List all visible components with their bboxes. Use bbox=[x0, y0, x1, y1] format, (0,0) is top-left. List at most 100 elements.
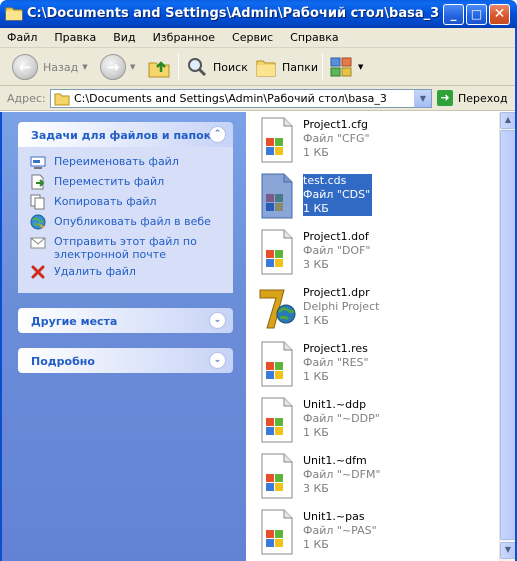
menu-edit[interactable]: Правка bbox=[54, 31, 96, 44]
other-places-header[interactable]: Другие места ⌄ bbox=[18, 308, 233, 333]
file-item-selected[interactable]: test.cds Файл "CDS" 1 КБ bbox=[256, 172, 496, 224]
folders-label: Папки bbox=[282, 60, 318, 74]
file-type: Файл "~DFM" bbox=[303, 468, 381, 481]
address-bar: Адрес: C:\Documents and Settings\Admin\Р… bbox=[0, 86, 517, 111]
file-item[interactable]: Unit1.~dfm Файл "~DFM" 3 КБ bbox=[256, 452, 496, 504]
file-tasks-body: Переименовать файл Переместить файл Копи… bbox=[18, 147, 233, 293]
back-arrow-icon: ← bbox=[12, 54, 38, 80]
delphi-project-icon bbox=[259, 289, 296, 329]
task-label: Копировать файл bbox=[54, 195, 157, 208]
other-places-title: Другие места bbox=[31, 315, 118, 328]
task-label: Удалить файл bbox=[54, 265, 136, 278]
search-label: Поиск bbox=[213, 60, 248, 74]
file-item[interactable]: Project1.dof Файл "DOF" 3 КБ bbox=[256, 228, 496, 280]
file-size: 1 КБ bbox=[303, 538, 329, 551]
file-item[interactable]: Unit1.~pas Файл "~PAS" 1 КБ bbox=[256, 508, 496, 560]
windows-file-icon bbox=[261, 397, 293, 443]
details-panel: Подробно ⌄ bbox=[18, 348, 233, 373]
windows-file-icon bbox=[261, 117, 293, 163]
details-title: Подробно bbox=[31, 355, 95, 368]
file-size: 3 КБ bbox=[303, 482, 329, 495]
file-size: 3 КБ bbox=[303, 258, 329, 271]
scroll-up-icon[interactable]: ▲ bbox=[500, 112, 516, 129]
file-item[interactable]: Project1.cfg Файл "CFG" 1 КБ bbox=[256, 116, 496, 168]
go-label: Переход bbox=[458, 91, 508, 105]
file-name: Project1.cfg bbox=[303, 118, 369, 131]
scroll-down-icon[interactable]: ▼ bbox=[500, 542, 516, 559]
search-icon bbox=[188, 58, 207, 77]
file-type: Файл "RES" bbox=[303, 356, 369, 369]
task-label: Переименовать файл bbox=[54, 155, 179, 168]
windows-file-icon bbox=[261, 341, 293, 387]
file-item[interactable]: Unit1.~ddp Файл "~DDP" 1 КБ bbox=[256, 396, 496, 448]
toolbar-separator bbox=[322, 54, 323, 80]
file-name: Project1.dof bbox=[303, 230, 369, 243]
delete-icon bbox=[31, 265, 45, 279]
menu-view[interactable]: Вид bbox=[113, 31, 135, 44]
task-label: Переместить файл bbox=[54, 175, 165, 188]
expand-chevron-icon[interactable]: ⌄ bbox=[209, 352, 226, 369]
collapse-chevron-icon[interactable]: ⌃ bbox=[209, 126, 226, 143]
back-label: Назад bbox=[43, 60, 79, 74]
file-size: 1 КБ bbox=[303, 314, 329, 327]
views-dropdown-icon[interactable]: ▼ bbox=[358, 63, 363, 71]
menu-tools[interactable]: Сервис bbox=[232, 31, 273, 44]
title-bar[interactable]: C:\Documents and Settings\Admin\Рабочий … bbox=[0, 0, 517, 28]
task-move-file[interactable]: Переместить файл bbox=[18, 173, 233, 193]
file-list: Project1.cfg Файл "CFG" 1 КБ test.cds Фа… bbox=[246, 112, 499, 561]
file-type: Файл "DOF" bbox=[303, 244, 371, 257]
back-dropdown-icon[interactable]: ▼ bbox=[82, 63, 87, 71]
file-type: Файл "CFG" bbox=[303, 132, 370, 145]
toolbar-separator bbox=[178, 54, 179, 80]
menu-file[interactable]: Файл bbox=[7, 31, 37, 44]
menu-help[interactable]: Справка bbox=[290, 31, 338, 44]
up-folder-button[interactable] bbox=[147, 48, 171, 86]
task-email-file[interactable]: Отправить этот файл по электронной почте bbox=[18, 233, 233, 263]
folders-button[interactable]: Папки bbox=[255, 48, 318, 86]
up-folder-icon bbox=[148, 61, 170, 78]
file-type: Файл "CDS" bbox=[303, 188, 373, 202]
vertical-scrollbar[interactable]: ▲ ▼ bbox=[499, 112, 516, 561]
task-label: Опубликовать файл в вебе bbox=[54, 215, 211, 228]
window-title: C:\Documents and Settings\Admin\Рабочий … bbox=[27, 6, 440, 21]
folder-icon bbox=[5, 7, 23, 21]
back-button[interactable]: ← Назад ▼ bbox=[12, 48, 88, 86]
expand-chevron-icon[interactable]: ⌄ bbox=[209, 312, 226, 329]
go-arrow-icon: ➜ bbox=[437, 90, 453, 106]
email-icon bbox=[30, 237, 46, 249]
file-tasks-header[interactable]: Задачи для файлов и папок ⌃ bbox=[18, 122, 233, 147]
forward-arrow-icon: → bbox=[100, 54, 126, 80]
file-tasks-panel: Задачи для файлов и папок ⌃ Переименоват… bbox=[18, 122, 233, 293]
views-button[interactable]: ▼ bbox=[330, 48, 363, 86]
menu-bar: Файл Правка Вид Избранное Сервис Справка bbox=[0, 28, 517, 48]
file-item[interactable]: Project1.res Файл "RES" 1 КБ bbox=[256, 340, 496, 392]
file-type: Файл "~DDP" bbox=[303, 412, 380, 425]
menu-favorites[interactable]: Избранное bbox=[153, 31, 215, 44]
go-button[interactable]: ➜ Переход bbox=[437, 90, 508, 106]
scroll-thumb[interactable] bbox=[500, 130, 516, 540]
windows-file-icon bbox=[261, 173, 293, 219]
file-name: Unit1.~dfm bbox=[303, 454, 367, 467]
file-size: 1 КБ bbox=[303, 202, 373, 216]
file-size: 1 КБ bbox=[303, 426, 329, 439]
file-type: Delphi Project bbox=[303, 300, 380, 313]
address-dropdown-icon[interactable]: ▼ bbox=[414, 90, 431, 107]
task-rename-file[interactable]: Переименовать файл bbox=[18, 153, 233, 173]
maximize-button[interactable]: □ bbox=[466, 4, 487, 25]
file-name: Project1.res bbox=[303, 342, 368, 355]
task-copy-file[interactable]: Копировать файл bbox=[18, 193, 233, 213]
folder-icon bbox=[54, 93, 70, 106]
folders-icon bbox=[256, 60, 276, 77]
minimize-button[interactable]: _ bbox=[443, 4, 464, 25]
close-button[interactable]: ✕ bbox=[489, 4, 510, 25]
forward-button[interactable]: → ▼ bbox=[100, 48, 135, 86]
details-header[interactable]: Подробно ⌄ bbox=[18, 348, 233, 373]
file-item[interactable]: Project1.dpr Delphi Project 1 КБ bbox=[256, 284, 496, 336]
task-publish-web[interactable]: Опубликовать файл в вебе bbox=[18, 213, 233, 233]
task-delete-file[interactable]: Удалить файл bbox=[18, 263, 233, 283]
file-name: test.cds bbox=[303, 174, 373, 188]
rename-icon bbox=[30, 156, 46, 169]
search-button[interactable]: Поиск bbox=[186, 48, 248, 86]
address-input[interactable]: C:\Documents and Settings\Admin\Рабочий … bbox=[50, 89, 432, 108]
forward-dropdown-icon[interactable]: ▼ bbox=[130, 63, 135, 71]
